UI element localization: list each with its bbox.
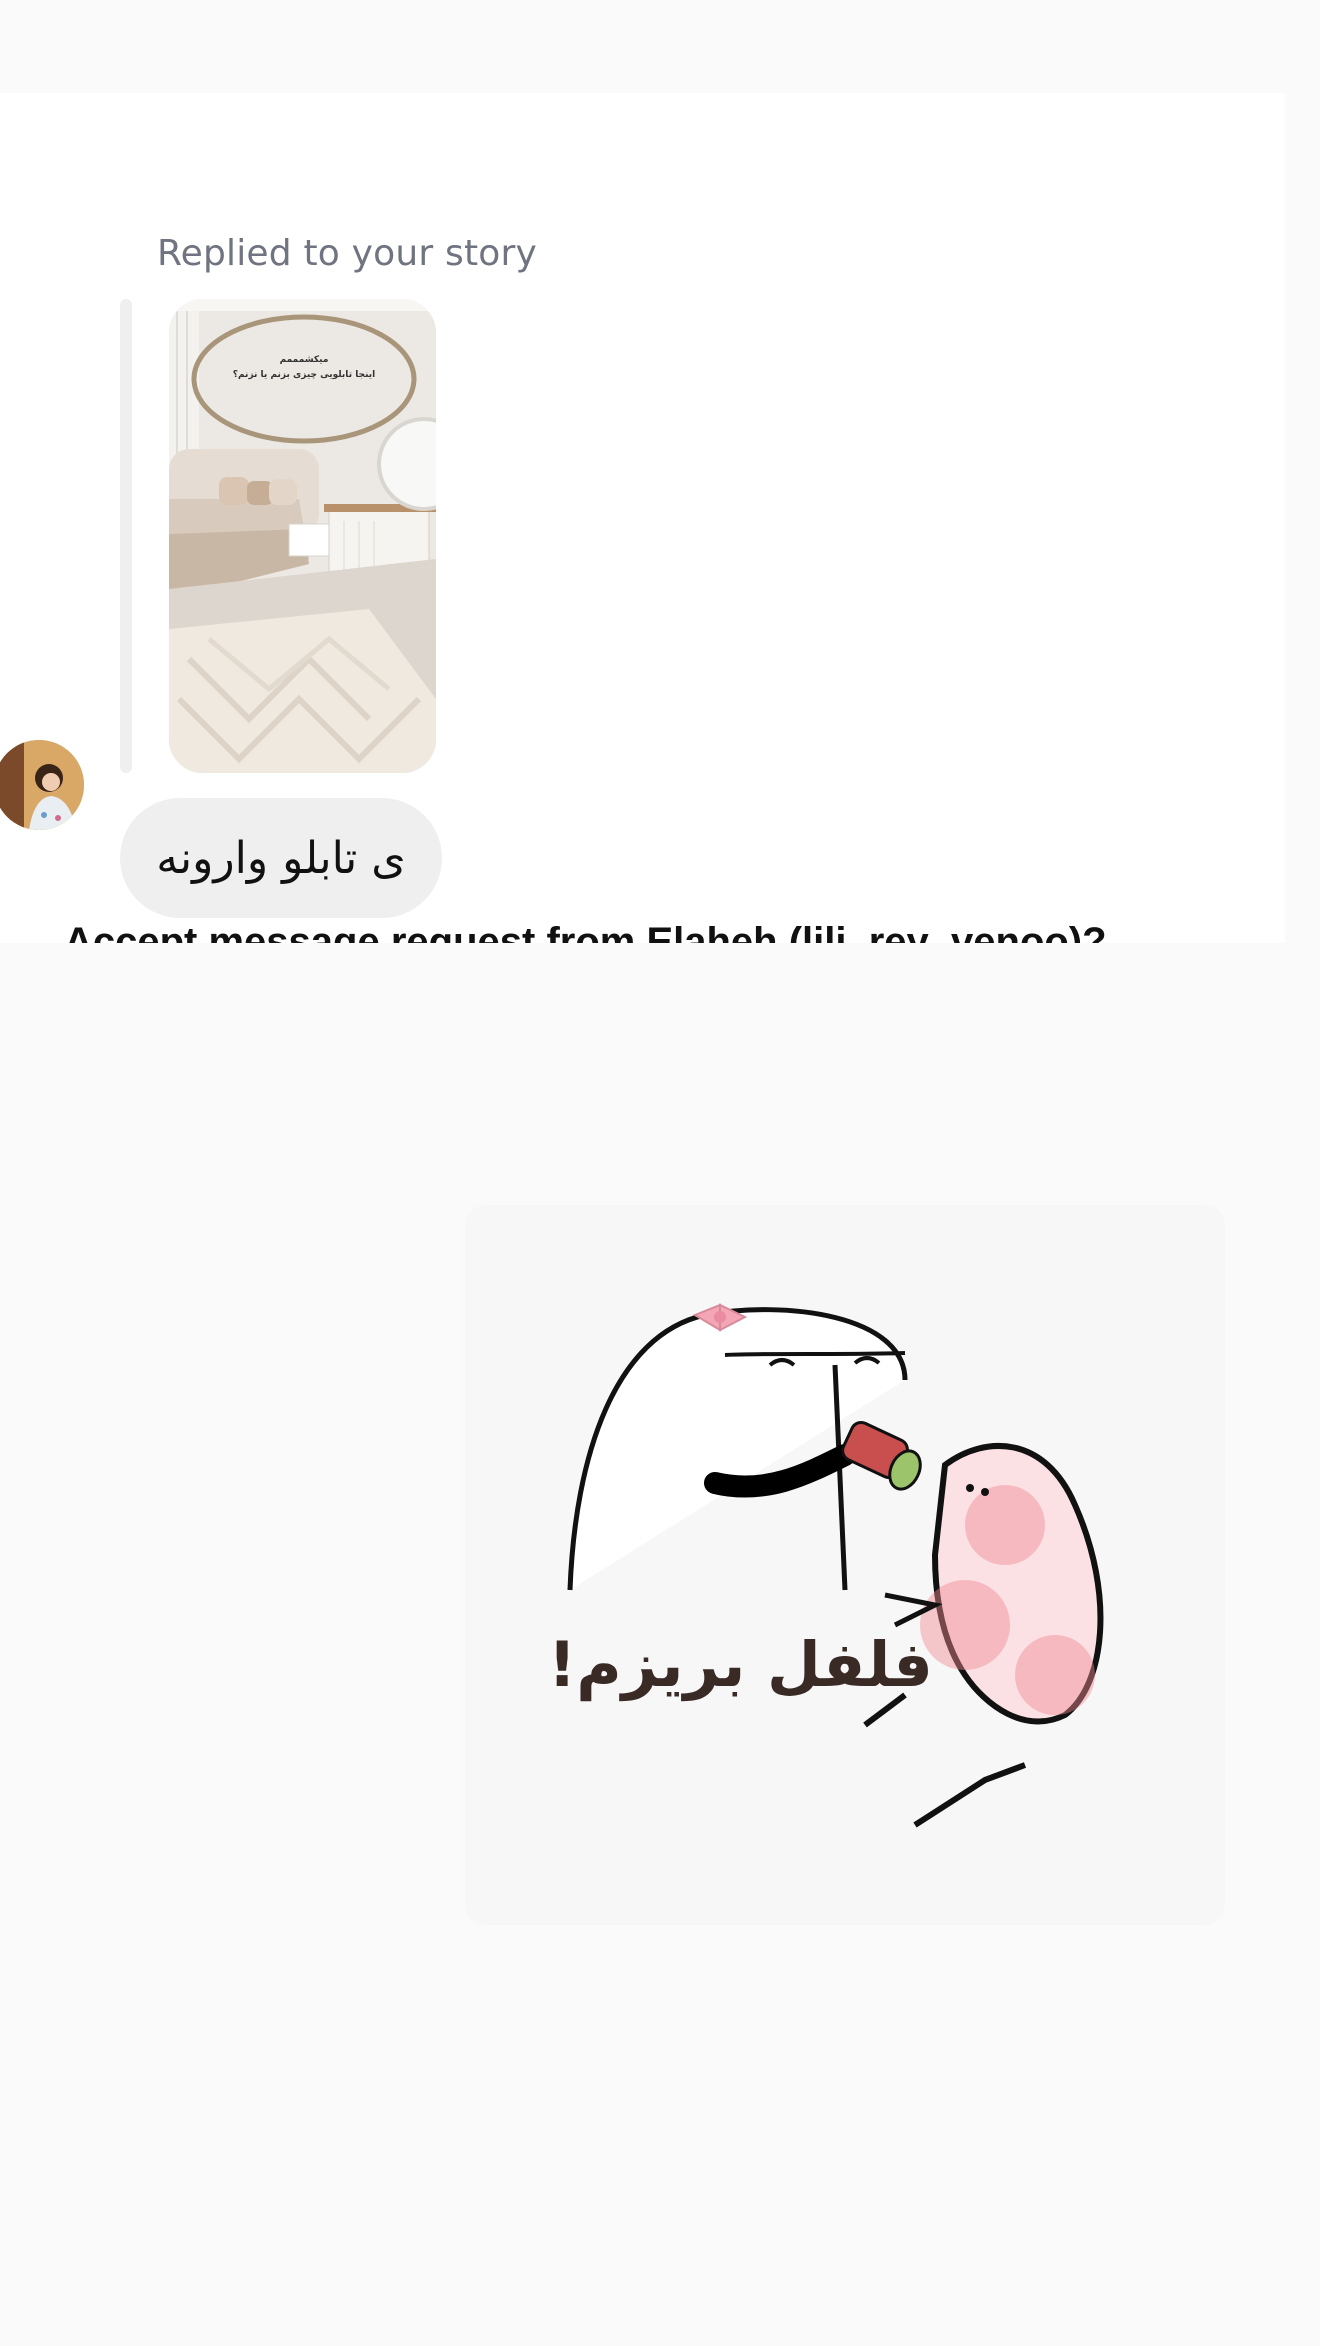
story-reply-label: Replied to your story: [157, 233, 538, 274]
message-bubble[interactable]: ی تابلو وارونه: [120, 798, 442, 918]
message-card: Replied to your story میکشمممم اینجا تاب…: [0, 93, 1285, 945]
message-text: ی تابلو وارونه: [156, 832, 406, 884]
story-reply-bar: [120, 299, 132, 773]
sticker-image[interactable]: [465, 1205, 1225, 1925]
pepper-sticker-icon: [465, 1205, 1225, 1925]
story-thumbnail[interactable]: میکشمممم اینجا تابلویی چیزی بزنم یا نزنم…: [169, 299, 436, 773]
story-overlay-line-1: میکشمممم: [280, 355, 329, 365]
bedroom-story-image: میکشمممم اینجا تابلویی چیزی بزنم یا نزنم…: [169, 299, 436, 773]
sticker-caption: فلفل بریزم!: [548, 1628, 933, 1701]
story-overlay-line-2: اینجا تابلویی چیزی بزنم یا نزنم؟: [233, 370, 375, 380]
dm-thread-screen: Replied to your story میکشمممم اینجا تاب…: [0, 0, 1320, 2346]
